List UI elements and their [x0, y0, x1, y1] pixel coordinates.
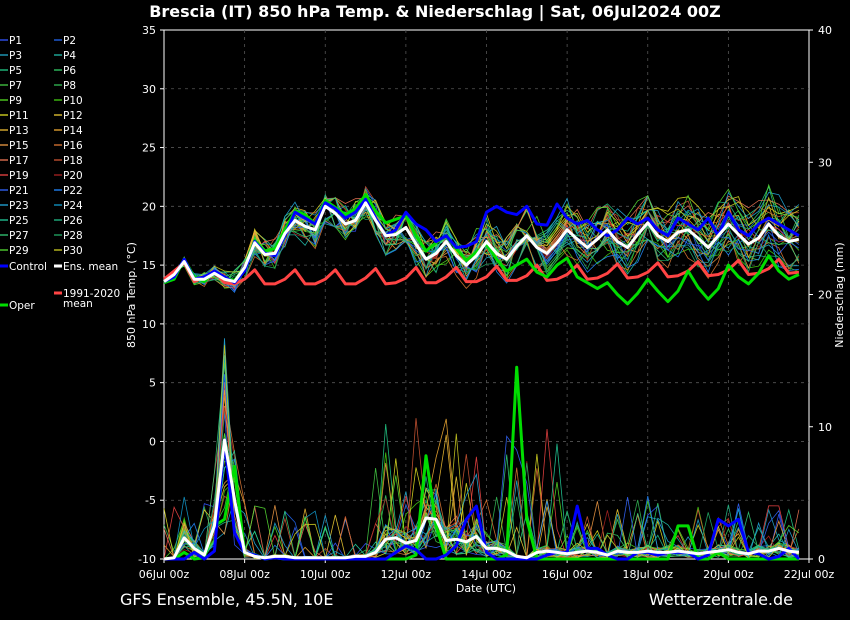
y-axis-label-left: 850 hPa Temp. (°C) — [125, 242, 138, 348]
tick-label-x: 16Jul 00z — [542, 568, 593, 581]
legend-label: P29 — [9, 245, 29, 257]
legend-label: mean — [63, 298, 93, 310]
tick-label-right: 40 — [818, 24, 832, 37]
legend-label: Control — [9, 261, 47, 273]
x-axis: 06Jul 00z 08Jul 00z 10Jul 00z 12Jul 00z 14Ju… — [139, 559, 835, 581]
footer-brand: Wetterzentrale.de — [649, 590, 793, 609]
tick-label-x: 08Jul 00z — [219, 568, 270, 581]
tick-label-x: 10Jul 00z — [300, 568, 351, 581]
tick-label-x: 18Jul 00z — [622, 568, 673, 581]
legend-label: P6 — [63, 65, 76, 77]
legend-label: P4 — [63, 50, 76, 62]
tick-label-right: 30 — [818, 156, 832, 169]
legend-label: P28 — [63, 230, 83, 242]
tick-label-right: 20 — [818, 289, 832, 302]
legend-label: P19 — [9, 170, 29, 182]
legend-label: P24 — [63, 200, 83, 212]
legend-label: P5 — [9, 65, 22, 77]
legend-label: P9 — [9, 95, 22, 107]
tick-label-left: 30 — [142, 83, 156, 96]
x-axis-label: Date (UTC) — [456, 582, 516, 595]
tick-label-x: 12Jul 00z — [381, 568, 432, 581]
tick-label-x: 20Jul 00z — [703, 568, 754, 581]
tick-label-left: 35 — [142, 24, 156, 37]
right-y-axis: 0 10 20 30 40 — [809, 24, 832, 566]
legend-label: P11 — [9, 110, 29, 122]
tick-label-x: 14Jul 00z — [461, 568, 512, 581]
tick-label-left: -5 — [145, 494, 156, 507]
tick-label-right: 0 — [818, 553, 825, 566]
tick-label-left: 10 — [142, 318, 156, 331]
tick-label-left: -10 — [138, 553, 156, 566]
legend-label: P15 — [9, 140, 29, 152]
tick-label-left: 20 — [142, 200, 156, 213]
meteogram-chart: Brescia (IT) 850 hPa Temp. & Niederschla… — [0, 2, 846, 609]
legend-label: P10 — [63, 95, 83, 107]
legend-label: P27 — [9, 230, 29, 242]
tick-label-left: 15 — [142, 259, 156, 272]
chart-title: Brescia (IT) 850 hPa Temp. & Niederschla… — [149, 2, 721, 22]
legend-label: P17 — [9, 155, 29, 167]
tick-label-right: 10 — [818, 421, 832, 434]
legend-label: P30 — [63, 245, 83, 257]
legend-label: P26 — [63, 215, 83, 227]
tick-label-x: 06Jul 00z — [139, 568, 190, 581]
left-y-axis: -10 -5 0 5 10 15 20 25 30 35 — [138, 24, 164, 566]
tick-label-left: 25 — [142, 142, 156, 155]
legend-label: P2 — [63, 35, 76, 47]
legend-label: P22 — [63, 185, 83, 197]
legend-label: P1 — [9, 35, 22, 47]
legend-label: P20 — [63, 170, 83, 182]
legend-label: P25 — [9, 215, 29, 227]
legend-label: P12 — [63, 110, 83, 122]
legend: P1 P2 P3 P4 P5 P6 P7 P8 P9 P10 P11 P12 P13 P14 P15 P16 P… — [0, 35, 120, 312]
tick-label-left: 5 — [149, 377, 156, 390]
legend-label: P13 — [9, 125, 29, 137]
legend-label: P8 — [63, 80, 76, 92]
legend-label: P14 — [63, 125, 83, 137]
series-precip-line — [163, 438, 800, 561]
legend-label: P7 — [9, 80, 22, 92]
tick-label-left: 0 — [149, 435, 156, 448]
legend-label: Oper — [9, 300, 35, 312]
legend-label: P16 — [63, 140, 83, 152]
tick-label-x: 22Jul 00z — [784, 568, 835, 581]
legend-label: P23 — [9, 200, 29, 212]
footer-model-info: GFS Ensemble, 45.5N, 10E — [120, 590, 333, 609]
ensemble-member-lines — [163, 183, 800, 561]
legend-label: P3 — [9, 50, 22, 62]
legend-label: Ens. mean — [63, 261, 118, 273]
y-axis-label-right: Niederschlag (mm) — [833, 242, 846, 347]
legend-label: P18 — [63, 155, 83, 167]
legend-label: P21 — [9, 185, 29, 197]
